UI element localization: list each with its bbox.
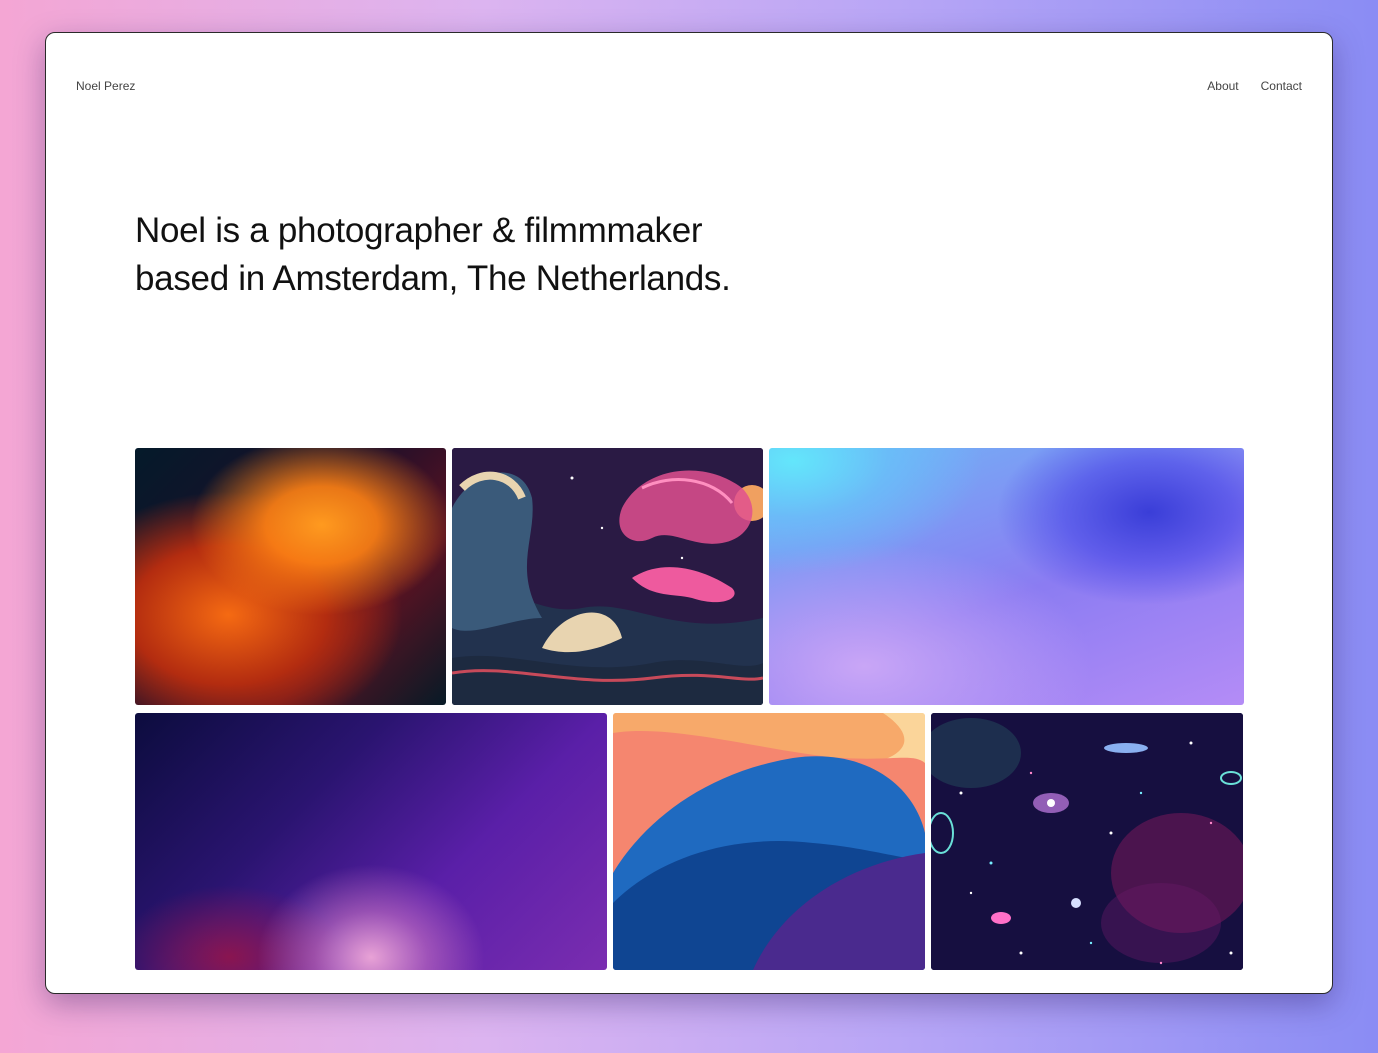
top-nav: About Contact <box>1207 79 1302 93</box>
intro-line-1: Noel is a photographer & filmmmaker <box>135 211 703 250</box>
gallery-image-space-galaxy[interactable] <box>931 713 1243 970</box>
gallery-image-orange-abstract[interactable] <box>135 448 446 705</box>
site-brand[interactable]: Noel Perez <box>76 79 135 93</box>
coral-waves-art <box>613 713 925 970</box>
space-galaxy-art <box>931 713 1243 970</box>
gallery-image-purple-gradient[interactable] <box>135 713 607 970</box>
gallery-image-coral-blue-waves[interactable] <box>613 713 925 970</box>
gallery-image-wave-illustration[interactable] <box>452 448 763 705</box>
intro-heading: Noel is a photographer & filmmmaker base… <box>135 207 815 303</box>
nav-contact-link[interactable]: Contact <box>1261 79 1302 93</box>
browser-window: Noel Perez About Contact Noel is a photo… <box>45 32 1333 994</box>
gallery-image-blue-gradient[interactable] <box>769 448 1244 705</box>
wave-illustration-art <box>452 448 763 705</box>
intro-line-2: based in Amsterdam, The Netherlands. <box>135 259 731 298</box>
nav-about-link[interactable]: About <box>1207 79 1238 93</box>
